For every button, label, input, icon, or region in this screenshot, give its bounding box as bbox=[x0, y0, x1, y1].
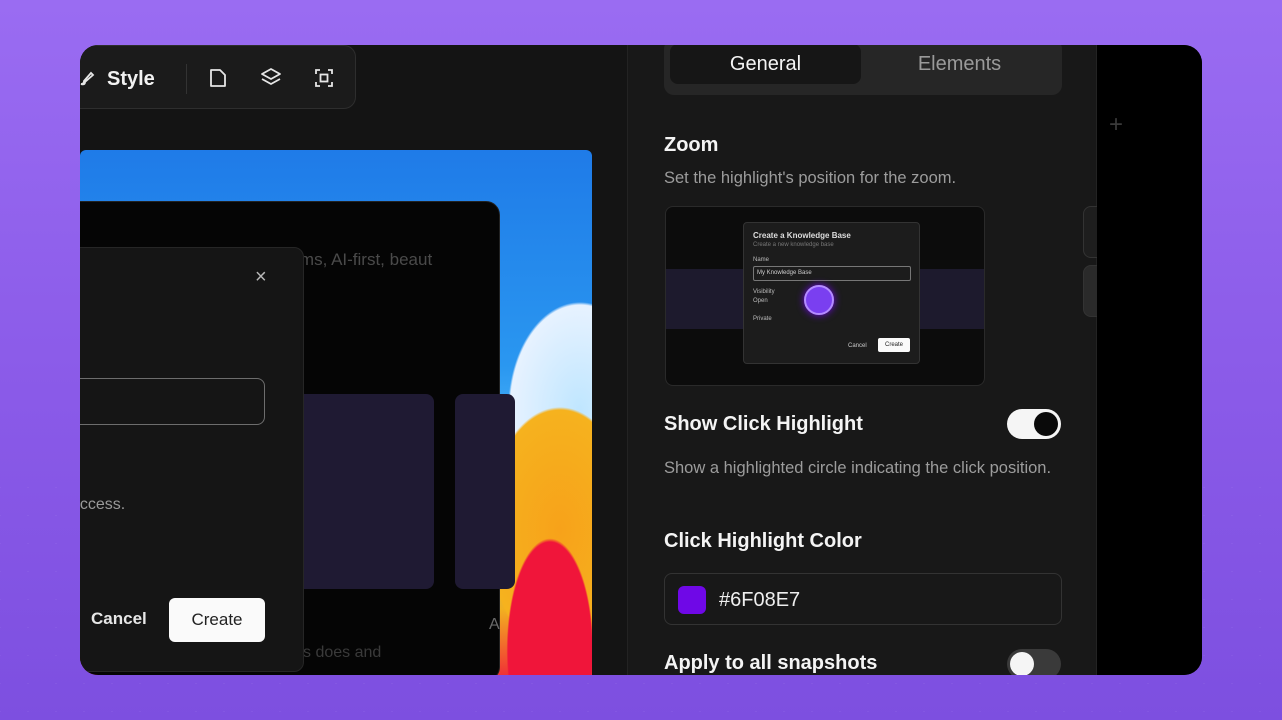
panel-tabs: General Elements bbox=[664, 45, 1062, 95]
plus-icon[interactable]: + bbox=[1109, 111, 1123, 139]
style-label[interactable]: Style bbox=[107, 68, 155, 91]
color-swatch[interactable] bbox=[678, 586, 706, 614]
preview-option-open: Open bbox=[753, 298, 768, 304]
apply-all-title: Apply to all snapshots bbox=[664, 652, 878, 674]
canvas-area: eems, AI-first, beaut s does and A × acc… bbox=[80, 45, 627, 675]
highlight-color-title: Click Highlight Color bbox=[664, 530, 862, 552]
tab-elements[interactable]: Elements bbox=[864, 45, 1055, 84]
layers-icon[interactable] bbox=[259, 66, 283, 90]
color-hex-value[interactable]: #6F08E7 bbox=[719, 589, 800, 612]
preview-cancel: Cancel bbox=[848, 343, 867, 349]
create-button[interactable]: Create bbox=[169, 598, 265, 642]
document-icon[interactable] bbox=[206, 66, 230, 90]
app-window: eems, AI-first, beaut s does and A × acc… bbox=[80, 45, 1202, 675]
click-highlight-title: Show Click Highlight bbox=[664, 413, 863, 435]
style-toolbar: Style bbox=[80, 45, 356, 109]
toolbar-divider bbox=[186, 64, 187, 94]
preview-dialog-subtitle: Create a new knowledge base bbox=[753, 242, 834, 248]
click-highlight-marker[interactable] bbox=[804, 285, 834, 315]
ghost-footer: s does and bbox=[303, 644, 382, 661]
click-highlight-description: Show a highlighted circle indicating the… bbox=[664, 459, 1052, 477]
preview-visibility-label: Visibility bbox=[753, 289, 775, 295]
zoom-title: Zoom bbox=[664, 134, 719, 156]
toggle-knob bbox=[1010, 652, 1034, 675]
knowledge-base-dialog: × access. Cancel Create bbox=[80, 247, 304, 672]
preview-dialog-title: Create a Knowledge Base bbox=[753, 231, 851, 240]
zoom-preview[interactable]: Create a Knowledge Base Create a new kno… bbox=[665, 206, 985, 386]
preview-create: Create bbox=[878, 338, 910, 352]
settings-panel: General Elements Zoom Set the highlight'… bbox=[627, 45, 1135, 675]
focus-icon[interactable] bbox=[312, 66, 336, 90]
side-gutter: + bbox=[1097, 45, 1202, 675]
apply-all-toggle[interactable] bbox=[1007, 649, 1061, 675]
highlight-color-field[interactable]: #6F08E7 bbox=[664, 573, 1062, 625]
preview-option-private: Private bbox=[753, 316, 772, 322]
access-text: access. bbox=[80, 496, 126, 513]
brush-icon[interactable] bbox=[80, 68, 97, 88]
ghost-letter: A bbox=[489, 616, 500, 633]
preview-name-input: My Knowledge Base bbox=[753, 266, 911, 281]
close-icon[interactable]: × bbox=[255, 266, 267, 289]
cancel-button[interactable]: Cancel bbox=[91, 609, 147, 629]
tab-general[interactable]: General bbox=[670, 45, 861, 84]
zoom-description: Set the highlight's position for the zoo… bbox=[664, 169, 957, 187]
toggle-knob bbox=[1034, 412, 1058, 436]
preview-card bbox=[455, 394, 515, 589]
click-highlight-toggle[interactable] bbox=[1007, 409, 1061, 439]
name-input[interactable] bbox=[80, 378, 265, 425]
preview-card bbox=[296, 394, 434, 589]
preview-name-label: Name bbox=[753, 257, 770, 263]
